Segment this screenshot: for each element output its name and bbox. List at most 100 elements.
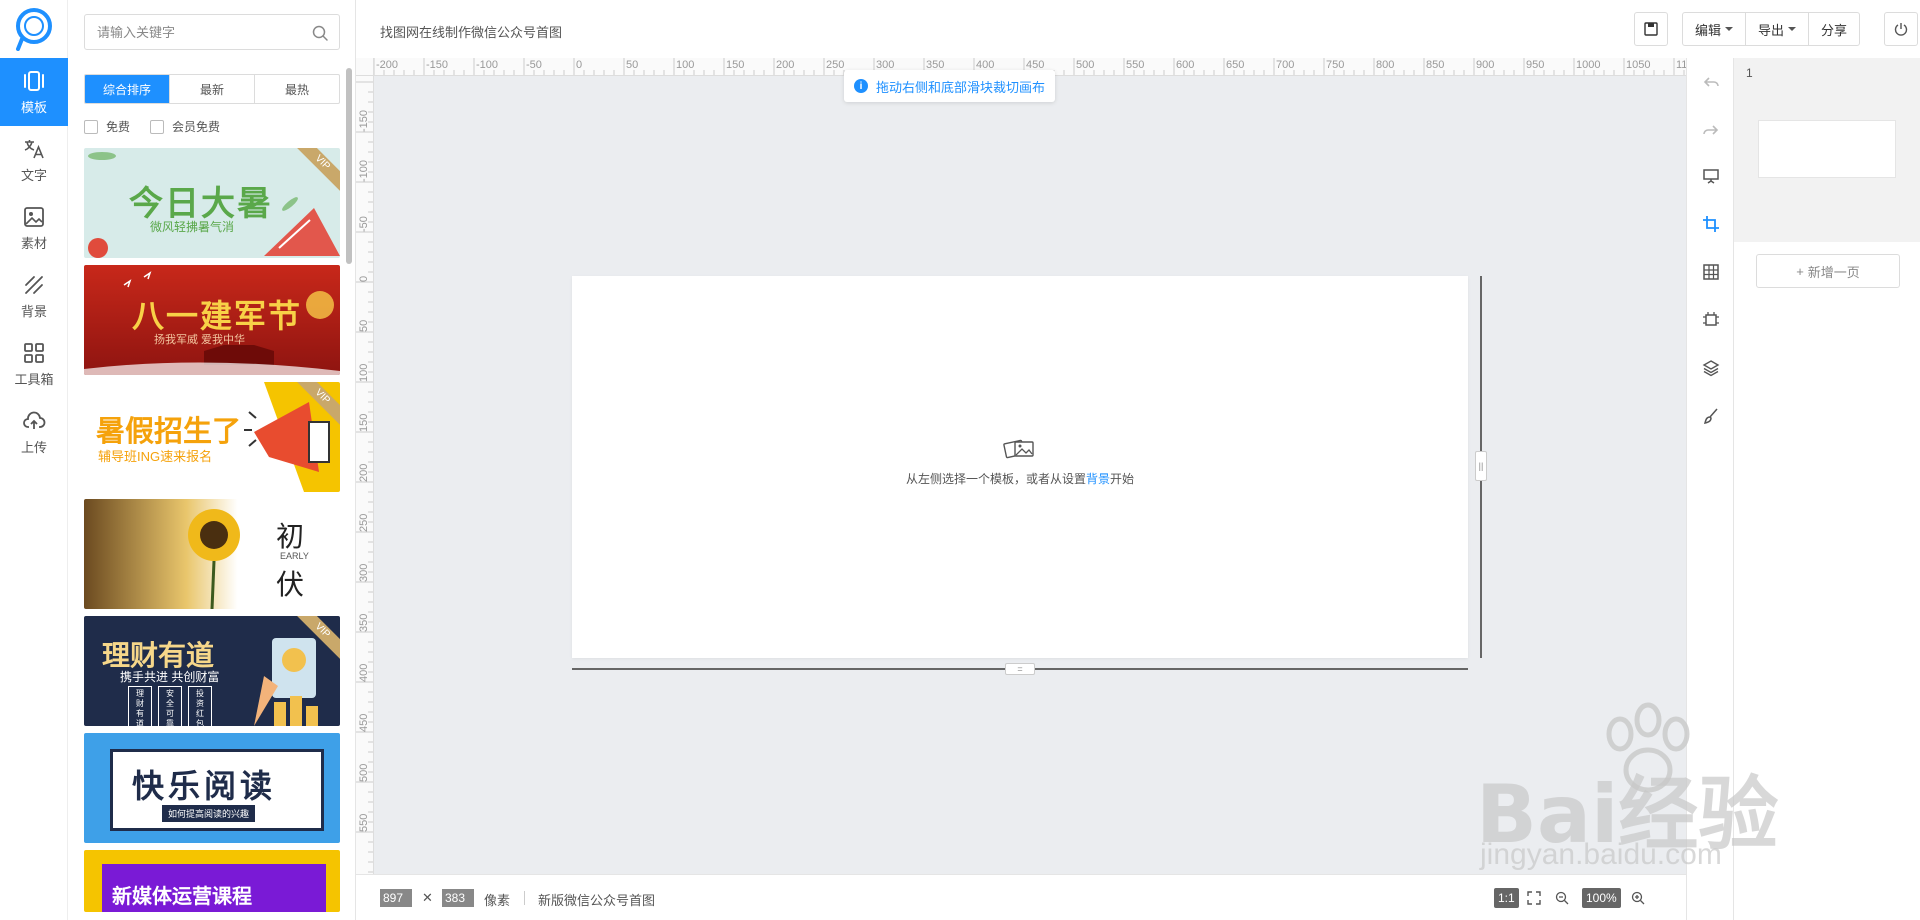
pictures-icon [1003, 439, 1034, 459]
member-free-checkbox[interactable] [150, 119, 165, 134]
template-card[interactable]: 快乐阅读 如何提高阅读的兴趣 [84, 733, 340, 843]
left-nav: 模板 文字 素材 背景 工具箱 上传 [0, 0, 68, 920]
filter-free-label: 免费 [106, 120, 131, 134]
nav-item-label: 素材 [20, 235, 47, 251]
canvas-size-button[interactable] [1699, 308, 1723, 332]
search-icon[interactable] [311, 24, 329, 42]
zoom-level[interactable]: 100% [1582, 888, 1621, 908]
sort-tabs: 综合排序 最新 最热 [84, 74, 340, 104]
canvas-width-field[interactable]: 897 [380, 889, 412, 907]
nav-item-toolbox[interactable]: 工具箱 [0, 330, 68, 398]
tab-sort-overall[interactable]: 综合排序 [85, 75, 170, 103]
template-chip: 安全可靠 [158, 686, 182, 726]
brush-button[interactable] [1699, 404, 1723, 428]
ruler-label: 900 [1476, 59, 1495, 71]
ruler-label: 850 [1426, 59, 1445, 71]
design-canvas[interactable]: 从左侧选择一个模板，或者从设置背景开始 [572, 276, 1468, 658]
filter-free[interactable]: 免费 [84, 118, 130, 135]
ruler-label: -200 [376, 59, 399, 71]
undo-icon [1703, 77, 1719, 87]
tab-sort-hottest[interactable]: 最热 [255, 75, 339, 103]
template-card[interactable]: 新媒体运营课程 [84, 850, 340, 912]
ruler-label: 0 [358, 275, 370, 282]
undo-button[interactable] [1699, 70, 1723, 94]
template-title: 暑假招生了 [96, 416, 242, 448]
empty-prefix: 从左侧选择一个模板，或者从设置 [905, 472, 1086, 486]
nav-item-material[interactable]: 素材 [0, 194, 68, 262]
background-link[interactable]: 背景 [1086, 472, 1110, 486]
vertical-ruler: -150 -100 -50 0 50 100 150 200 250 300 3… [356, 76, 374, 874]
logo-icon [16, 8, 52, 51]
search-input[interactable] [97, 24, 307, 40]
ruler-label: 1050 [1626, 59, 1651, 71]
filter-member-free[interactable]: 会员免费 [150, 118, 220, 135]
share-button[interactable]: 分享 [1809, 13, 1859, 45]
template-subtitle: 扬我军威 爱我中华 [154, 334, 246, 346]
ruler-label: 550 [1126, 59, 1145, 71]
ruler-label: 0 [576, 59, 583, 71]
crop-button[interactable] [1699, 212, 1723, 236]
ruler-label: -100 [476, 59, 499, 71]
ratio-1to1-button[interactable]: 1:1 [1494, 888, 1519, 908]
nav-item-label: 模板 [20, 99, 47, 115]
app-root: 模板 文字 素材 背景 工具箱 上传 请输入关键字 综合排序 最新 最热 免费 … [0, 0, 1920, 920]
template-card[interactable]: VIP 理财有道 携手共进 共创财富 理财有道 安全可靠 投资红包 [84, 616, 340, 726]
ruler-label: 700 [1276, 59, 1295, 71]
ruler-label: 150 [726, 59, 745, 71]
resize-handle-bottom[interactable]: = [1005, 663, 1035, 675]
template-card[interactable]: VIP 今日大暑 微风轻拂暑气消 [84, 148, 340, 258]
ruler-label: 450 [358, 713, 370, 732]
nav-item-background[interactable]: 背景 [0, 262, 68, 330]
tab-sort-newest[interactable]: 最新 [170, 75, 255, 103]
add-page-button[interactable]: + 新增一页 [1756, 254, 1900, 288]
redo-button[interactable] [1699, 118, 1723, 142]
filter-member-free-label: 会员免费 [172, 120, 221, 134]
ruler-label: 150 [358, 413, 370, 432]
template-subtitle: 携手共进 共创财富 [120, 670, 220, 684]
canvas-height-field[interactable]: 383 [442, 889, 474, 907]
presentation-button[interactable] [1699, 164, 1723, 188]
export-menu-button[interactable]: 导出 [1746, 13, 1810, 45]
resize-handle-right[interactable]: || [1475, 451, 1487, 481]
fit-screen-button[interactable] [1524, 888, 1544, 908]
ruler-label: 200 [358, 463, 370, 482]
nav-item-template[interactable]: 模板 [0, 58, 68, 126]
document-title: 找图网在线制作微信公众号首图 [380, 25, 563, 40]
chevron-down-icon [1788, 27, 1797, 31]
save-icon [1644, 22, 1658, 36]
ruler-label: 300 [358, 563, 370, 582]
grid-button[interactable] [1699, 260, 1723, 284]
grid-toolbox-icon [24, 342, 44, 363]
app-logo[interactable] [0, 0, 68, 58]
layers-button[interactable] [1699, 356, 1723, 380]
power-button[interactable] [1884, 12, 1918, 46]
template-subtitle: 辅导班ING速来报名 [98, 449, 213, 464]
power-icon [1894, 23, 1908, 36]
free-checkbox[interactable] [84, 119, 98, 134]
canvas-empty-state: 从左侧选择一个模板，或者从设置背景开始 [572, 436, 1468, 487]
template-subtitle: EARLY [280, 551, 309, 561]
ruler-label: 400 [358, 663, 370, 682]
edit-label: 编辑 [1695, 22, 1722, 38]
zoom-in-button[interactable] [1628, 888, 1648, 908]
zoom-in-icon [1631, 891, 1645, 905]
ruler-label: 50 [358, 319, 370, 332]
template-card[interactable]: 八一建军节 扬我军威 爱我中华 [84, 265, 340, 375]
template-card[interactable]: 初 EARLY 伏 [84, 499, 340, 609]
redo-icon [1703, 125, 1719, 135]
status-bar: 897 ✕ 383 像素 新版微信公众号首图 1:1 100% [356, 874, 1686, 920]
page-thumbnail[interactable] [1758, 120, 1896, 178]
edit-menu-button[interactable]: 编辑 [1683, 13, 1747, 45]
nav-item-upload[interactable]: 上传 [0, 398, 68, 466]
zoom-out-button[interactable] [1552, 888, 1572, 908]
page-number: 1 [1746, 66, 1753, 80]
search-box [84, 14, 340, 50]
template-scrollbar[interactable] [346, 68, 352, 264]
page-item[interactable]: 1 [1734, 58, 1920, 242]
save-button[interactable] [1634, 12, 1668, 46]
template-card[interactable]: VIP 暑假招生了 辅导班ING速来报名 [84, 382, 340, 492]
ruler-corner [356, 58, 374, 76]
nav-item-text[interactable]: 文字 [0, 126, 68, 194]
add-page-label: 新增一页 [1807, 264, 1860, 280]
plus-icon: + [1796, 263, 1804, 279]
